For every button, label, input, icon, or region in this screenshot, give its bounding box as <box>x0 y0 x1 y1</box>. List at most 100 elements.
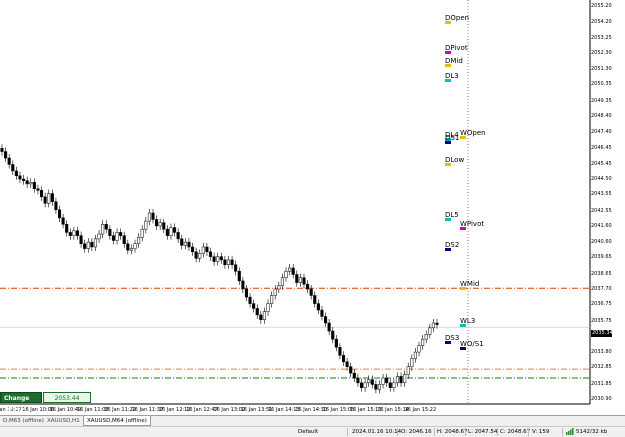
candle-body <box>212 256 216 262</box>
candle-body <box>421 338 425 346</box>
tab-xauusd-m64[interactable]: XAUUSD,M64 (offline) <box>83 416 151 426</box>
candle-body <box>93 238 98 248</box>
candle-body <box>43 196 47 204</box>
candle-body <box>108 228 112 236</box>
level-label: DS1 <box>445 133 460 142</box>
candle-body <box>133 243 137 249</box>
level-label: DOpen <box>445 14 470 23</box>
candle-body <box>104 224 108 230</box>
candle-body <box>61 217 65 225</box>
chart-area[interactable]: 2055.20 2054.20 2053.25 2052.30 2051.30 2050.… <box>0 0 625 436</box>
candle-body <box>403 374 407 384</box>
candle-body <box>22 178 26 181</box>
level-label: DL5 <box>445 210 459 219</box>
candle-body <box>266 303 270 312</box>
candle-body <box>417 345 421 353</box>
candle-body <box>388 382 392 388</box>
price-chart[interactable] <box>0 0 625 436</box>
candle-body <box>65 224 69 233</box>
candle-body <box>334 338 338 348</box>
price-axis-label: 2055.20 <box>591 3 612 9</box>
candle-body <box>352 372 356 379</box>
level-label: DL3 <box>445 71 459 80</box>
candle-body <box>255 308 259 316</box>
level-label: DMid <box>445 57 463 66</box>
candle-body <box>18 175 22 180</box>
price-axis-label: 2033.80 <box>591 349 612 356</box>
candle-body <box>288 267 292 272</box>
candle-body <box>79 235 83 244</box>
candle-body <box>111 235 115 241</box>
candle-body <box>173 227 177 233</box>
chart-tabs: D,M63 (offline) XAUUSD,H1 XAUUSD,M64 (of… <box>0 415 625 426</box>
price-axis-label: 2043.55 <box>591 191 612 198</box>
candle-body <box>345 361 349 367</box>
candle-body <box>395 376 400 384</box>
candle-body <box>216 256 220 262</box>
candle-body <box>72 230 76 236</box>
candle-body <box>165 228 169 236</box>
candle-body <box>392 382 396 388</box>
candle-body <box>295 274 299 283</box>
price-axis-label: 2052.30 <box>591 49 612 56</box>
connection-status-icon <box>566 428 574 435</box>
candle-body <box>399 376 403 384</box>
tab-xauusd-h1[interactable]: XAUUSD,H1 <box>44 416 83 426</box>
change-tp-button[interactable]: Change TP >> <box>0 392 42 413</box>
candle-body <box>190 246 195 253</box>
price-axis-label: 2040.60 <box>591 239 612 246</box>
candle-body <box>252 303 256 309</box>
price-axis-label: 2041.60 <box>591 222 612 229</box>
candle-body <box>306 283 310 290</box>
candle-body <box>370 379 374 385</box>
candle-body <box>406 366 410 375</box>
level-label: WPivot <box>460 220 485 229</box>
candle-body <box>183 241 187 246</box>
change-tp-panel: Change TP >> 2053.44 <box>0 392 91 413</box>
candle-body <box>119 232 123 236</box>
candle-body <box>155 219 159 227</box>
candle-body <box>36 188 40 191</box>
candle-body <box>101 224 105 235</box>
level-label: DS3 <box>445 333 460 342</box>
candle-body <box>83 243 87 249</box>
candle-body <box>176 232 180 240</box>
candle-body <box>424 334 428 340</box>
candle-body <box>298 277 302 283</box>
candle-body <box>428 327 432 335</box>
tab-d-m63[interactable]: D,M63 (offline) <box>0 416 47 426</box>
candle-body <box>316 303 320 311</box>
candle-body <box>270 295 274 304</box>
candle-body <box>115 232 119 241</box>
candle-body <box>97 233 101 240</box>
candle-body <box>374 384 378 390</box>
candle-body <box>208 251 213 257</box>
candle-body <box>4 151 8 159</box>
candle-body <box>11 164 15 172</box>
candle-body <box>435 322 439 325</box>
price-axis-label: 2050.35 <box>591 81 612 88</box>
candle-body <box>280 277 284 287</box>
candle-body <box>50 193 54 202</box>
price-axis-label: 2048.40 <box>591 112 612 119</box>
level-label: DS2 <box>445 240 460 249</box>
candle-body <box>29 182 33 185</box>
price-axis-label: 2036.75 <box>591 301 612 308</box>
candle-body <box>39 190 44 198</box>
candle-body <box>385 377 389 384</box>
candle-body <box>151 212 155 220</box>
candle-body <box>90 241 94 248</box>
candle-body <box>244 288 249 298</box>
tp-value-field[interactable]: 2053.44 <box>43 392 91 403</box>
price-axis-label: 2030.90 <box>591 396 612 402</box>
price-axis-label: 2045.45 <box>591 160 612 167</box>
price-axis-label: 2042.55 <box>591 207 612 214</box>
candle-body <box>129 248 133 251</box>
candle-body <box>262 311 266 321</box>
candle-body <box>291 267 295 275</box>
candle-body <box>205 246 209 253</box>
candle-body <box>381 377 385 385</box>
candle-body <box>241 280 245 290</box>
candle-body <box>57 209 62 219</box>
candle-body <box>313 295 317 304</box>
